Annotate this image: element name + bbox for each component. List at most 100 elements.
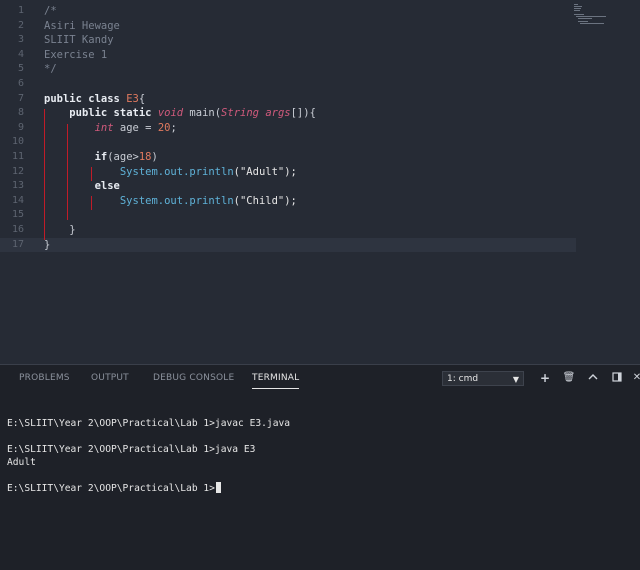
code-token: System.out.println — [119, 165, 234, 178]
code-token: System.out.println — [119, 194, 234, 207]
line-number: 10 — [11, 136, 24, 148]
indent-guide-class — [44, 109, 45, 240]
tab-debug-console[interactable]: DEBUG CONSOLE — [153, 373, 234, 383]
line-number: 17 — [11, 238, 24, 250]
code-token: if — [94, 151, 108, 163]
line-number: 5 — [17, 63, 24, 75]
code-line[interactable]: 16 } — [0, 223, 576, 238]
code-token: else — [94, 180, 120, 193]
code-line[interactable]: 7 public class E3{ — [0, 92, 576, 107]
chevron-down-icon: ▼ — [512, 375, 519, 384]
code-token: String — [221, 107, 259, 120]
code-text: /* — [44, 4, 57, 19]
code-text: SLIIT Kandy — [44, 33, 114, 48]
code-token: */ — [44, 63, 57, 76]
code-line[interactable]: 6 — [0, 77, 576, 92]
minimap[interactable] — [574, 4, 610, 24]
line-number: 7 — [17, 92, 24, 104]
code-token: Asiri Hewage — [44, 19, 120, 32]
code-line[interactable]: 8 public static void main(String args[])… — [0, 106, 576, 121]
code-token: 18 — [138, 151, 152, 163]
close-icon[interactable]: ✕ — [630, 371, 640, 385]
code-editor[interactable]: 1 /* 2 Asiri Hewage 3 SLIIT Kandy 4 Exercise 15… — [0, 0, 640, 364]
code-token: ; — [170, 121, 177, 134]
line-number: 11 — [11, 151, 24, 162]
code-text: System.out.println("Child"); — [44, 194, 297, 209]
chevron-up-icon[interactable] — [586, 371, 600, 385]
line-number: 6 — [17, 78, 24, 89]
code-token: } — [69, 224, 76, 236]
code-token: []){ — [290, 107, 316, 120]
line-number: 2 — [17, 19, 24, 31]
code-token: ("Child"); — [233, 194, 297, 207]
indent-guide-method — [67, 124, 68, 220]
code-text: int age = 20; — [44, 121, 177, 136]
code-line[interactable]: 5 */ — [0, 62, 576, 77]
line-number: 16 — [11, 224, 24, 235]
line-number: 3 — [17, 34, 24, 46]
code-token: E3 — [126, 92, 139, 105]
terminal-select-value: 1: cmd — [447, 374, 479, 384]
terminal-output[interactable]: E:\SLIIT\Year 2\OOP\Practical\Lab 1>java… — [7, 417, 627, 495]
tab-problems[interactable]: PROBLEMS — [19, 373, 70, 383]
code-line[interactable]: 14 System.out.println("Child"); — [0, 194, 576, 209]
terminal-line: E:\SLIIT\Year 2\OOP\Practical\Lab 1> — [7, 482, 627, 495]
line-number: 14 — [11, 194, 24, 206]
code-token: { — [138, 92, 146, 105]
indent-guide-if — [91, 167, 92, 181]
bottom-panel: PROBLEMS OUTPUT DEBUG CONSOLE TERMINAL 1… — [0, 364, 640, 570]
line-number: 9 — [17, 121, 24, 133]
code-line[interactable]: 3 SLIIT Kandy — [0, 33, 576, 48]
code-line[interactable]: 10 — [0, 135, 576, 150]
code-text: else — [44, 179, 120, 194]
code-token: ("Adult"); — [233, 165, 297, 178]
line-number: 8 — [17, 107, 24, 119]
code-line[interactable]: 17} — [0, 237, 576, 253]
tab-terminal[interactable]: TERMINAL — [252, 373, 300, 389]
trash-icon[interactable]: 🗑 — [562, 371, 576, 385]
code-text: Asiri Hewage — [44, 19, 120, 34]
code-token: Exercise 1 — [44, 48, 108, 61]
code-token: void — [157, 107, 184, 120]
code-token: 20 — [157, 121, 171, 134]
code-token: main( — [183, 107, 222, 120]
code-token: int — [94, 121, 114, 134]
code-text: Exercise 1 — [44, 48, 107, 63]
terminal-select[interactable]: 1: cmd ▼ — [442, 371, 524, 386]
code-line[interactable]: 15 — [0, 208, 576, 223]
code-token: /* — [44, 5, 57, 17]
terminal-line: E:\SLIIT\Year 2\OOP\Practical\Lab 1>java… — [7, 444, 256, 455]
terminal-cursor — [215, 482, 221, 493]
code-text: public class E3{ — [44, 92, 145, 107]
code-text: public static void main(String args[]){ — [44, 106, 316, 121]
code-text: if(age>18) — [44, 150, 158, 165]
code-token: (age> — [107, 151, 139, 163]
code-line[interactable]: 1 /* — [0, 4, 576, 19]
indent-guide-else — [91, 196, 92, 210]
code-line[interactable]: 4 Exercise 1 — [0, 48, 576, 63]
tab-output[interactable]: OUTPUT — [91, 373, 129, 383]
code-line[interactable]: 13 else — [0, 179, 576, 194]
code-token: age = — [113, 121, 158, 134]
code-line[interactable]: 2 Asiri Hewage — [0, 19, 576, 34]
code-token: SLIIT Kandy — [44, 34, 114, 47]
split-panel-icon[interactable] — [610, 371, 624, 385]
code-line[interactable]: 9 int age = 20; — [0, 121, 576, 136]
line-number: 15 — [11, 209, 24, 221]
code-line[interactable]: 11 if(age>18) — [0, 150, 576, 165]
code-token: public static — [69, 107, 158, 120]
code-token: ) — [151, 151, 158, 163]
code-text: */ — [44, 62, 57, 77]
line-number: 1 — [17, 5, 24, 16]
add-terminal-icon[interactable]: + — [538, 371, 552, 385]
terminal-line: Adult — [7, 457, 36, 468]
code-line[interactable]: 12 System.out.println("Adult"); — [0, 165, 576, 180]
